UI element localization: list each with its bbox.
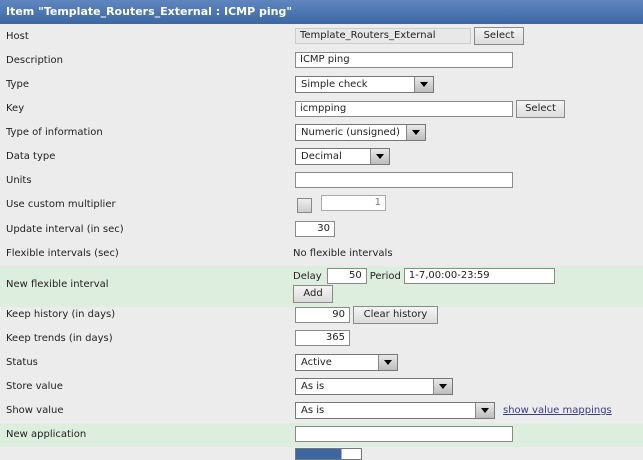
type-select[interactable]: Simple check xyxy=(295,76,434,93)
row-type: Type Simple check xyxy=(0,73,643,97)
clear-history-button[interactable]: Clear history xyxy=(353,306,438,324)
units-input[interactable] xyxy=(295,172,513,188)
row-keep-history: Keep history (in days) 90 Clear history xyxy=(0,303,643,327)
selected-value: As is xyxy=(301,381,325,392)
custom-multiplier-checkbox[interactable] xyxy=(297,198,312,213)
row-flexible-intervals: Flexible intervals (sec) No flexible int… xyxy=(0,242,643,266)
update-interval-input[interactable]: 30 xyxy=(295,221,335,237)
label: Show value xyxy=(6,405,64,416)
row-keep-trends: Keep trends (in days) 365 xyxy=(0,327,643,351)
store-value-select[interactable]: As is xyxy=(295,378,453,395)
selected-value: Simple check xyxy=(301,79,368,90)
row-key: Key icmpping Select xyxy=(0,97,643,121)
row-update-interval: Update interval (in sec) 30 xyxy=(0,218,643,242)
form-title: Item "Template_Routers_External : ICMP p… xyxy=(0,0,643,24)
row-show-value: Show value As is show value mappings xyxy=(0,399,643,423)
selected-value: Decimal xyxy=(301,151,342,162)
row-units: Units xyxy=(0,169,643,193)
chevron-down-icon xyxy=(475,403,494,418)
period-label: Period xyxy=(369,270,401,282)
row-new-application: New application xyxy=(0,423,643,447)
label: New application xyxy=(6,429,87,440)
label: Description xyxy=(6,55,63,66)
label: Data type xyxy=(6,151,56,162)
label: Flexible intervals (sec) xyxy=(6,248,119,259)
label: Status xyxy=(6,357,38,368)
selected-value: As is xyxy=(301,405,325,416)
show-value-mappings-link[interactable]: show value mappings xyxy=(503,405,612,416)
label: Key xyxy=(6,103,25,114)
select-host-button[interactable]: Select xyxy=(474,27,524,45)
data-type-select[interactable]: Decimal xyxy=(295,148,390,165)
host-field: Template_Routers_External xyxy=(295,28,471,44)
status-select[interactable]: Active xyxy=(295,354,398,371)
add-button[interactable]: Add xyxy=(293,285,333,303)
multiplier-input[interactable]: 1 xyxy=(321,194,386,211)
label: Units xyxy=(6,175,32,186)
select-key-button[interactable]: Select xyxy=(516,100,565,118)
selected-value: Active xyxy=(301,357,332,368)
row-data-type: Data type Decimal xyxy=(0,145,643,169)
row-type-info: Type of information Numeric (unsigned) xyxy=(0,121,643,145)
label: New flexible interval xyxy=(6,279,109,290)
chevron-down-icon xyxy=(370,149,389,164)
label: Update interval (in sec) xyxy=(6,224,124,235)
chevron-down-icon xyxy=(433,379,452,394)
chevron-down-icon xyxy=(406,125,425,140)
row-description: Description ICMP ping xyxy=(0,49,643,73)
label: Type xyxy=(6,79,29,90)
row-host: Host Template_Routers_External Select xyxy=(0,25,643,49)
label: Use custom multiplier xyxy=(6,199,116,210)
period-input[interactable]: 1-7,00:00-23:59 xyxy=(403,268,555,284)
keep-history-input[interactable]: 90 xyxy=(295,307,350,323)
row-status: Status Active xyxy=(0,351,643,375)
label: Keep trends (in days) xyxy=(6,333,113,344)
chevron-down-icon xyxy=(414,77,433,92)
row-new-flexible-interval: New flexible interval Delay 50 Period 1-… xyxy=(0,266,643,307)
applications-list[interactable] xyxy=(295,448,362,460)
new-application-input[interactable] xyxy=(295,426,513,442)
keep-trends-input[interactable]: 365 xyxy=(295,330,350,346)
type-of-information-select[interactable]: Numeric (unsigned) xyxy=(295,124,426,141)
flexible-intervals-value: No flexible intervals xyxy=(293,248,393,259)
show-value-select[interactable]: As is xyxy=(295,402,495,419)
label: Type of information xyxy=(6,127,103,138)
label: Store value xyxy=(6,381,63,392)
delay-input[interactable]: 50 xyxy=(326,268,367,284)
label: Keep history (in days) xyxy=(6,309,116,320)
label: Host xyxy=(6,31,29,42)
key-input[interactable]: icmpping xyxy=(295,101,513,117)
description-input[interactable]: ICMP ping xyxy=(295,52,513,68)
row-multiplier: Use custom multiplier 1 xyxy=(0,193,643,217)
chevron-down-icon xyxy=(378,355,397,370)
row-store-value: Store value As is xyxy=(0,375,643,399)
selected-value: Numeric (unsigned) xyxy=(301,127,400,138)
delay-label: Delay xyxy=(293,270,322,282)
